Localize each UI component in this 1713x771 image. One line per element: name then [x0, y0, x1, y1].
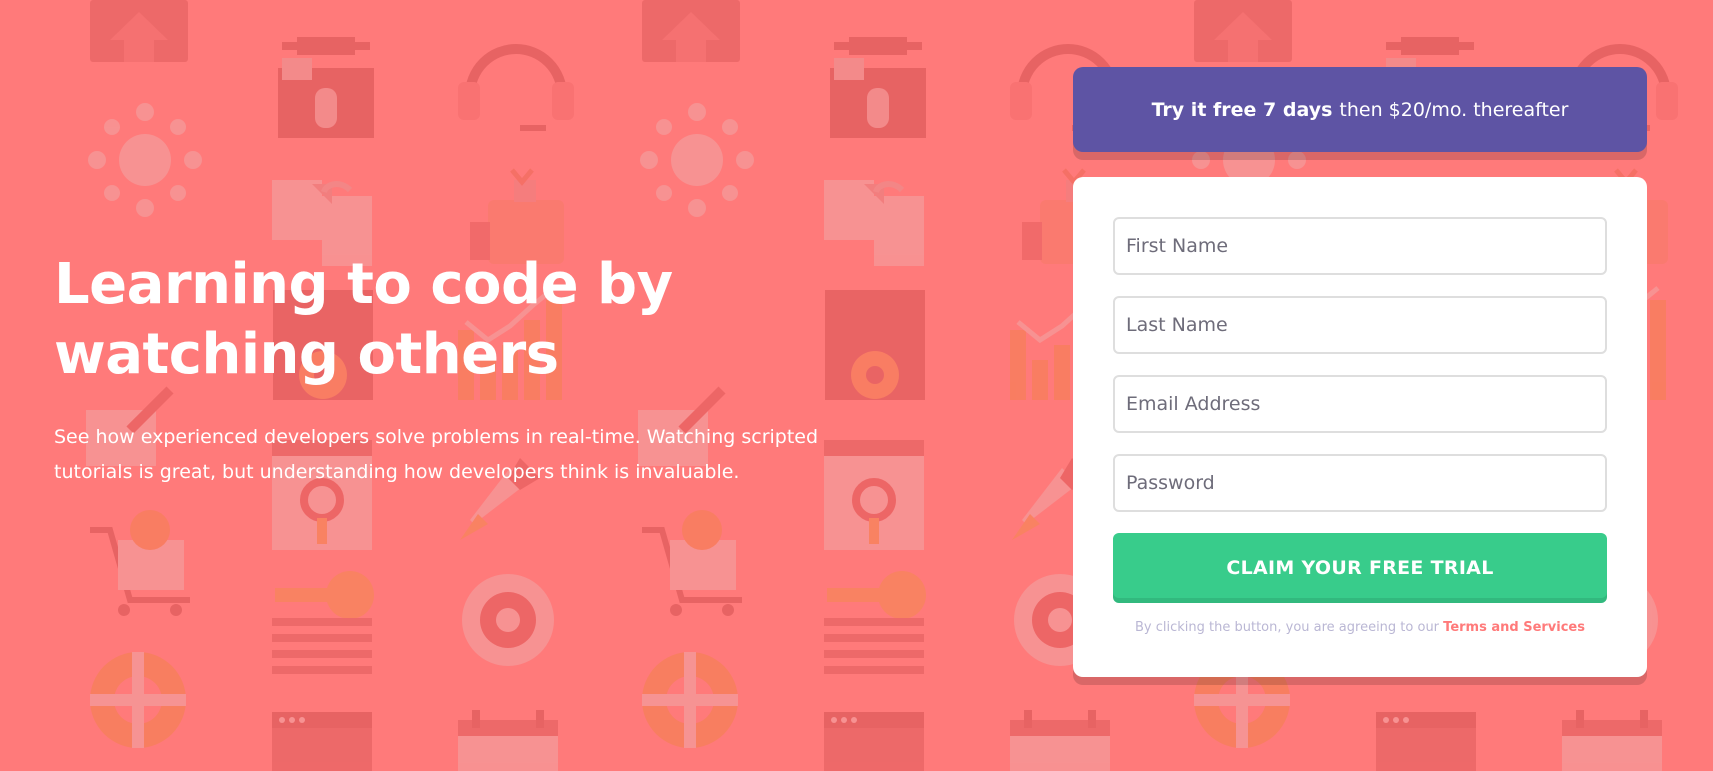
first-name-field[interactable] — [1113, 217, 1607, 275]
home-icon — [90, 0, 188, 62]
email-field[interactable] — [1113, 375, 1607, 433]
hero-description: See how experienced developers solve pro… — [54, 426, 819, 483]
free-trial-banner: Try it free 7 days then $20/mo. thereaft… — [1073, 67, 1647, 152]
window-icon — [272, 712, 372, 771]
terms-notice: By clicking the button, you are agreeing… — [1073, 620, 1647, 635]
last-name-field[interactable] — [1113, 296, 1607, 354]
claim-free-trial-button[interactable]: CLAIM YOUR FREE TRIAL — [1113, 533, 1607, 603]
toolbox-icon — [278, 37, 374, 138]
terms-link[interactable]: Terms and Services — [1443, 620, 1585, 635]
globe-gear-icon — [462, 574, 554, 666]
key-icon — [272, 571, 374, 674]
hero-section: Learning to code by watching others See … — [54, 250, 934, 490]
network-icon — [88, 103, 202, 217]
cart-icon — [90, 510, 190, 616]
calendar-icon — [458, 710, 558, 771]
offer-rest-text: then $20/mo. thereafter — [1339, 98, 1569, 121]
lifebuoy-icon — [90, 652, 186, 748]
offer-bold-text: Try it free 7 days — [1151, 98, 1333, 121]
terms-prefix: By clicking the button, you are agreeing… — [1134, 620, 1440, 635]
password-field[interactable] — [1113, 454, 1607, 512]
hero-title: Learning to code by watching others — [54, 252, 673, 387]
signup-form: CLAIM YOUR FREE TRIAL By clicking the bu… — [1073, 177, 1647, 677]
headset-icon — [458, 44, 574, 131]
